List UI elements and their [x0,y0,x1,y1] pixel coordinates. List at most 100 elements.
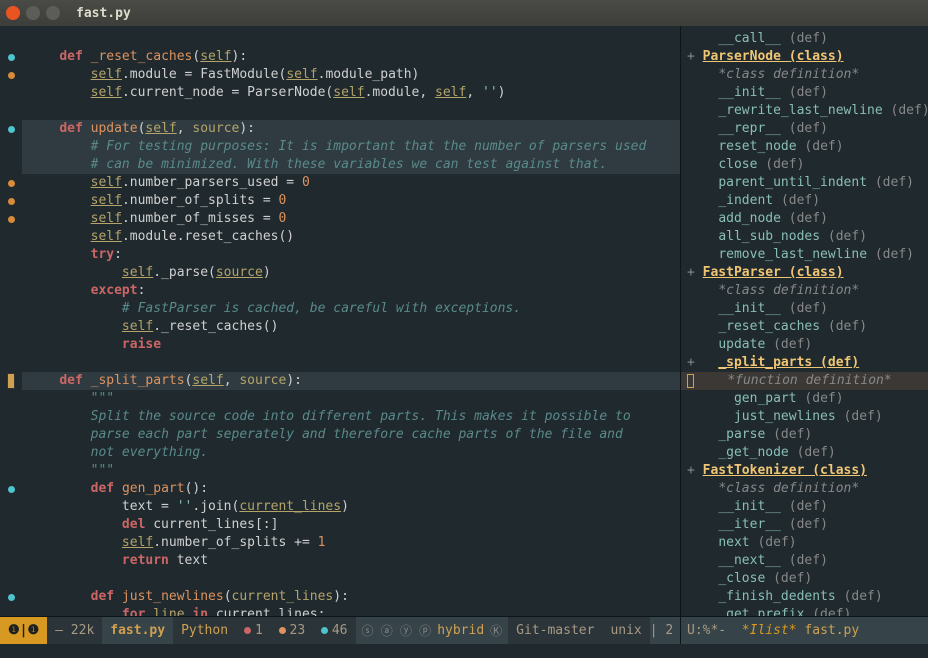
code-line[interactable]: del current_lines[:] [22,516,680,534]
code-buffer[interactable]: def _reset_caches(self): self.module = F… [22,26,680,616]
outline-item[interactable]: __repr__ (def) [681,120,928,138]
code-line[interactable]: self.number_of_misses = 0 [22,210,680,228]
code-line[interactable]: def _split_parts(self, source): [22,372,680,390]
gutter-row [0,102,22,120]
fold-marker-icon[interactable] [8,594,15,601]
code-line[interactable]: """ [22,390,680,408]
code-line[interactable] [22,354,680,372]
code-line[interactable]: def just_newlines(current_lines): [22,588,680,606]
code-line[interactable]: not everything. [22,444,680,462]
code-line[interactable]: self.number_of_splits += 1 [22,534,680,552]
outline-item[interactable]: + FastParser (class) [681,264,928,282]
code-line[interactable]: try: [22,246,680,264]
code-line[interactable] [22,102,680,120]
code-line[interactable]: # can be minimized. With these variables… [22,156,680,174]
lint-marker-icon[interactable] [8,198,15,205]
code-line[interactable]: def update(self, source): [22,120,680,138]
code-line[interactable]: # For testing purposes: It is important … [22,138,680,156]
gutter-row [0,48,22,66]
outline-item[interactable]: _reset_caches (def) [681,318,928,336]
gutter-row [0,192,22,210]
outline-item[interactable]: update (def) [681,336,928,354]
outline-item[interactable]: _rewrite_last_newline (def) [681,102,928,120]
code-line[interactable]: Split the source code into different par… [22,408,680,426]
outline-item[interactable]: _finish_dedents (def) [681,588,928,606]
outline-item[interactable]: *function definition* [681,372,928,390]
outline-item[interactable]: __init__ (def) [681,84,928,102]
fold-marker-icon[interactable] [8,126,15,133]
outline-item[interactable]: __init__ (def) [681,300,928,318]
sb-trail: | 2 [650,623,673,638]
maximize-icon[interactable] [46,6,60,20]
outline-item[interactable]: _indent (def) [681,192,928,210]
code-line[interactable]: self.module = FastModule(self.module_pat… [22,66,680,84]
code-line[interactable]: self.number_of_splits = 0 [22,192,680,210]
code-line[interactable]: except: [22,282,680,300]
sb-minor-modes: ⓢ ⓐ ⓨ ⓟ [356,622,438,639]
code-line[interactable]: self._reset_caches() [22,318,680,336]
gutter-row [0,336,22,354]
outline-item[interactable]: remove_last_newline (def) [681,246,928,264]
sb-encoding: unix [602,617,649,644]
code-line[interactable]: self.module.reset_caches() [22,228,680,246]
sb-mode[interactable]: Python [173,617,236,644]
code-line[interactable]: raise [22,336,680,354]
outline-item[interactable]: all_sub_nodes (def) [681,228,928,246]
lint-marker-icon[interactable] [8,180,15,187]
code-line[interactable]: """ [22,462,680,480]
statusbar-left: ❶|❶ — 22k fast.py Python 1 23 46 ⓢ ⓐ ⓨ ⓟ… [0,616,680,644]
code-line[interactable]: return text [22,552,680,570]
sb-flycheck[interactable]: 1 23 46 [236,617,355,644]
outline-item[interactable]: + FastTokenizer (class) [681,462,928,480]
code-pane[interactable]: def _reset_caches(self): self.module = F… [0,26,680,616]
outline-item[interactable]: __next__ (def) [681,552,928,570]
lint-marker-icon[interactable] [8,216,15,223]
code-line[interactable]: self.current_node = ParserNode(self.modu… [22,84,680,102]
outline-item[interactable]: _get_prefix (def) [681,606,928,616]
outline-item[interactable]: next (def) [681,534,928,552]
outline-item[interactable]: add_node (def) [681,210,928,228]
close-icon[interactable] [6,6,20,20]
outline-item[interactable]: just_newlines (def) [681,408,928,426]
code-line[interactable] [22,30,680,48]
gutter-row [0,264,22,282]
outline-item[interactable]: *class definition* [681,66,928,84]
gutter-row [0,354,22,372]
code-line[interactable]: text = ''.join(current_lines) [22,498,680,516]
code-line[interactable]: def gen_part(): [22,480,680,498]
outline-item[interactable]: gen_part (def) [681,390,928,408]
outline-item[interactable]: + _split_parts (def) [681,354,928,372]
code-line[interactable] [22,570,680,588]
gutter-row [0,426,22,444]
outline-item[interactable]: + ParserNode (class) [681,48,928,66]
outline-item[interactable]: __call__ (def) [681,30,928,48]
outline-item[interactable]: __init__ (def) [681,498,928,516]
code-line[interactable]: # FastParser is cached, be careful with … [22,300,680,318]
lint-marker-icon[interactable] [8,72,15,79]
minibuffer[interactable] [0,644,928,658]
sb-which-key: Ⓚ [484,622,508,639]
sb-buffer: *Ilist* [742,623,797,638]
sb-git[interactable]: Git-master [508,617,602,644]
outline-cursor [687,374,694,388]
outline-item[interactable]: __iter__ (def) [681,516,928,534]
outline-item[interactable]: parent_until_indent (def) [681,174,928,192]
outline-item[interactable]: _get_node (def) [681,444,928,462]
outline-item[interactable]: *class definition* [681,480,928,498]
code-line[interactable]: parse each part seperately and therefore… [22,426,680,444]
gutter-row [0,84,22,102]
outline-item[interactable]: _parse (def) [681,426,928,444]
code-line[interactable]: self._parse(source) [22,264,680,282]
fold-marker-icon[interactable] [8,54,15,61]
code-line[interactable]: for line in current_lines: [22,606,680,616]
sb-pos: U:%*- [687,623,726,638]
code-line[interactable]: self.number_parsers_used = 0 [22,174,680,192]
outline-item[interactable]: close (def) [681,156,928,174]
outline-item[interactable]: _close (def) [681,570,928,588]
fold-marker-icon[interactable] [8,486,15,493]
outline-item[interactable]: reset_node (def) [681,138,928,156]
minimize-icon[interactable] [26,6,40,20]
outline-item[interactable]: *class definition* [681,282,928,300]
outline-pane[interactable]: __call__ (def)+ ParserNode (class) *clas… [680,26,928,616]
code-line[interactable]: def _reset_caches(self): [22,48,680,66]
